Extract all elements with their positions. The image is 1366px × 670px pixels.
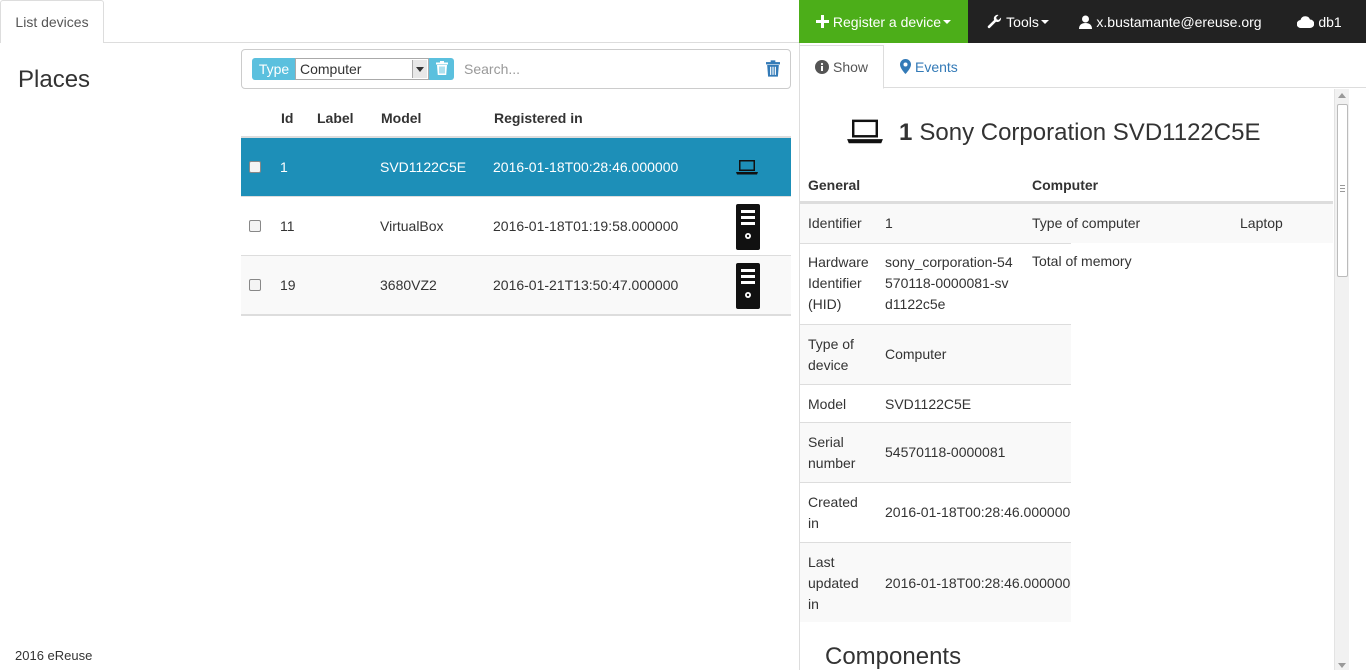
general-row-updated: Last updated in 2016-01-18T00:28:46.0000… <box>800 542 1071 622</box>
cell-model: 3680VZ2 <box>380 277 437 293</box>
register-device-button[interactable]: Register a device <box>799 0 968 43</box>
field-value: 1 <box>885 215 893 231</box>
desktop-tower-icon <box>736 204 760 253</box>
field-key: Type of computer <box>1032 215 1141 231</box>
device-id: 1 <box>899 118 913 146</box>
field-key: Created in <box>808 494 858 531</box>
cloud-icon <box>1297 15 1315 28</box>
trash-icon <box>435 60 448 78</box>
field-value: 2016-01-18T00:28:46.000000 <box>885 575 1071 591</box>
type-filter-label: Type <box>252 58 296 80</box>
cell-registered: 2016-01-18T00:28:46.000000 <box>493 159 679 175</box>
row-checkbox[interactable] <box>249 220 261 232</box>
column-header-label[interactable]: Label <box>317 110 354 126</box>
field-key: Last updated in <box>808 554 859 612</box>
database-label: db1 <box>1318 13 1342 30</box>
field-key: Serial number <box>808 434 856 471</box>
laptop-icon <box>847 118 883 147</box>
computer-row-type: Type of computer Laptop <box>1024 203 1333 243</box>
row-checkbox[interactable] <box>249 161 261 173</box>
detail-tabs: Show Events <box>800 43 1366 89</box>
field-value: Computer <box>885 346 947 362</box>
device-title: 1 Sony Corporation SVD1122C5E <box>847 118 1260 147</box>
column-header-id[interactable]: Id <box>281 110 293 126</box>
tab-events[interactable]: Events <box>900 45 958 88</box>
tools-menu-button[interactable]: Tools <box>968 0 1068 43</box>
chevron-down-icon <box>1040 19 1049 24</box>
tab-events-label: Events <box>915 58 958 75</box>
field-key: Identifier <box>808 215 862 231</box>
user-icon <box>1079 15 1093 29</box>
divider <box>104 42 799 43</box>
scroll-up-icon[interactable] <box>1338 93 1346 98</box>
tab-list-devices-label: List devices <box>15 14 89 30</box>
device-detail-panel: Show Events 1 Sony Corporation SVD1122C5… <box>799 43 1366 670</box>
places-title: Places <box>18 66 91 93</box>
scroll-down-icon[interactable] <box>1338 663 1346 668</box>
cell-id: 19 <box>280 277 296 293</box>
scrollbar-thumb[interactable] <box>1337 104 1348 277</box>
table-row[interactable]: 1 SVD1122C5E 2016-01-18T00:28:46.000000 <box>241 138 791 197</box>
type-filter-value: Computer <box>300 61 362 77</box>
cell-id: 11 <box>280 218 295 234</box>
general-row-created: Created in 2016-01-18T00:28:46.000000 <box>800 482 1071 542</box>
trash-icon[interactable] <box>766 60 780 80</box>
divider <box>241 315 791 316</box>
grip-icon <box>1340 185 1345 192</box>
cell-id: 1 <box>280 159 288 175</box>
remove-type-filter-button[interactable] <box>429 58 454 80</box>
tools-label: Tools <box>1006 13 1039 30</box>
detail-content: 1 Sony Corporation SVD1122C5E General Co… <box>800 89 1366 670</box>
field-key: Type of device <box>808 336 854 373</box>
cell-registered: 2016-01-21T13:50:47.000000 <box>493 277 679 293</box>
field-key: Total of memory <box>1032 253 1132 269</box>
user-email: x.bustamante@ereuse.org <box>1096 13 1262 30</box>
components-title: Components <box>825 643 962 670</box>
cell-registered: 2016-01-18T01:19:58.000000 <box>493 218 679 234</box>
field-key: Hardware Identifier (HID) <box>808 254 869 312</box>
scrollbar[interactable] <box>1334 89 1349 670</box>
register-device-label: Register a device <box>832 13 942 30</box>
field-value: sony_corporation-54570118-0000081-svd112… <box>885 254 1013 312</box>
column-header-model[interactable]: Model <box>381 110 421 126</box>
map-marker-icon <box>900 59 911 74</box>
wrench-icon <box>987 14 1002 29</box>
chevron-down-icon[interactable] <box>412 60 427 78</box>
laptop-icon <box>736 159 758 178</box>
desktop-tower-icon <box>736 263 760 312</box>
table-row[interactable]: 19 3680VZ2 2016-01-21T13:50:47.000000 <box>241 256 791 315</box>
user-account-link[interactable]: x.bustamante@ereuse.org <box>1068 0 1273 43</box>
tab-show[interactable]: Show <box>800 45 884 89</box>
plus-icon <box>815 15 829 28</box>
database-link[interactable]: db1 <box>1273 0 1366 43</box>
cell-model: VirtualBox <box>380 218 444 234</box>
general-row-type: Type of device Computer <box>800 324 1071 384</box>
tab-list-devices[interactable]: List devices <box>0 0 104 43</box>
top-bar: List devices Register a device Tools x.b… <box>0 0 1366 43</box>
footer-text: 2016 eReuse <box>15 648 93 663</box>
field-value: 54570118-0000081 <box>885 444 1006 460</box>
row-checkbox[interactable] <box>249 279 261 291</box>
tab-show-label: Show <box>832 59 869 75</box>
field-value: Laptop <box>1240 215 1283 231</box>
device-name: Sony Corporation SVD1122C5E <box>919 118 1261 146</box>
field-value: SVD1122C5E <box>885 396 972 412</box>
general-row-hid: Hardware Identifier (HID) sony_corporati… <box>800 243 1071 324</box>
info-icon <box>814 60 829 74</box>
general-row-serial: Serial number 54570118-0000081 <box>800 422 1071 482</box>
chevron-down-icon <box>943 19 952 24</box>
type-filter-select[interactable]: Computer <box>295 58 429 80</box>
table-header: Id Label Model Registered in <box>241 100 791 138</box>
field-key: Model <box>808 396 847 412</box>
search-bar: Type Computer <box>241 49 791 89</box>
search-input[interactable] <box>464 59 754 79</box>
navbar: Register a device Tools x.bustamante@ere… <box>799 0 1366 43</box>
table-row[interactable]: 11 VirtualBox 2016-01-18T01:19:58.000000 <box>241 197 791 256</box>
field-value: 2016-01-18T00:28:46.000000 <box>885 504 1071 520</box>
devices-table: Id Label Model Registered in 1 SVD1122C5… <box>241 100 791 316</box>
cell-model: SVD1122C5E <box>380 159 467 175</box>
column-header-registered[interactable]: Registered in <box>494 110 583 126</box>
general-row-model: Model SVD1122C5E <box>800 384 1071 422</box>
